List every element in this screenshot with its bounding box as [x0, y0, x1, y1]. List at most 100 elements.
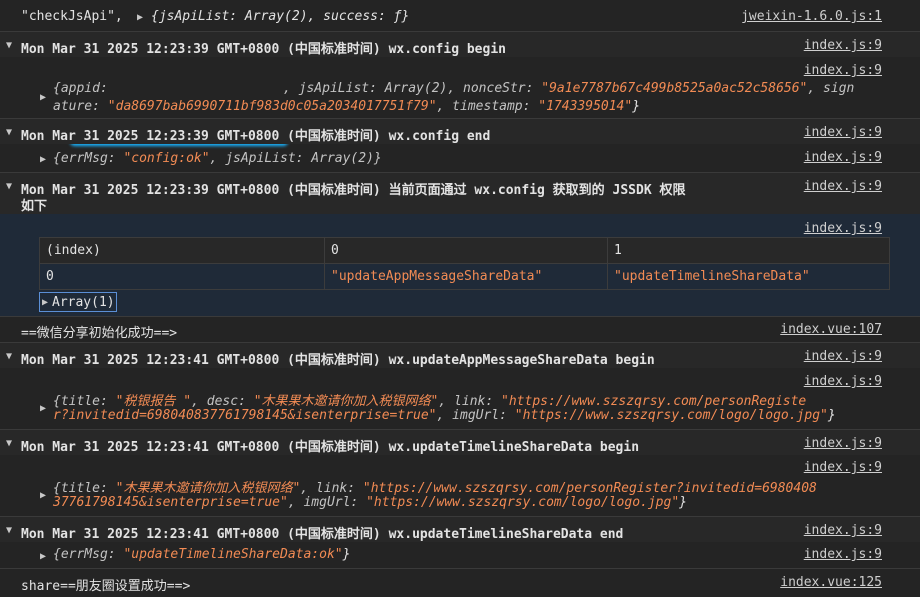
key-imgurl: , imgUrl: [436, 408, 515, 423]
console-group-header[interactable]: ▼ Mon Mar 31 2025 12:23:41 GMT+0800 (中国标… [0, 342, 920, 368]
source-link[interactable]: index.js:9 [804, 125, 882, 140]
rest: , jsApiList: Array(2)} [209, 151, 382, 166]
console-group-header[interactable]: ▼ Mon Mar 31 2025 12:23:39 GMT+0800 (中国标… [0, 172, 920, 214]
value-title: "木果果木邀请你加入税银网络" [115, 481, 301, 496]
triangle-down-icon[interactable]: ▼ [6, 351, 12, 362]
value-link-cont: 37761798145&isenterprise=true" [53, 495, 288, 510]
key-timestamp: , timestamp: [436, 99, 539, 114]
console-table: (index) 0 1 0 "updateAppMessageShareData… [39, 237, 890, 290]
triangle-down-icon[interactable]: ▼ [6, 438, 12, 449]
value-title: "税银报告 " [115, 394, 192, 409]
object-preview[interactable]: {jsApiList: Array(2), success: ƒ} [151, 9, 409, 24]
key-link: , link: [300, 481, 363, 496]
value-errmsg: "updateTimelineShareData:ok" [123, 547, 343, 562]
console-group-header[interactable]: ▼ Mon Mar 31 2025 12:23:41 GMT+0800 (中国标… [0, 429, 920, 455]
value-signature: "da8697bab6990711bf983d0c05a2034017751f7… [107, 99, 437, 114]
object-preview-line2: ature: "da8697bab6990711bf983d0c05a20340… [53, 99, 640, 114]
key-title: {title: [53, 481, 116, 496]
object-preview-line2: 37761798145&isenterprise=true", imgUrl: … [53, 495, 687, 510]
array-label[interactable]: Array(1) [52, 295, 115, 310]
key-desc: , desc: [191, 394, 254, 409]
source-link[interactable]: index.js:9 [804, 547, 882, 562]
console-message: ▶ {errMsg: "config:ok", jsApiList: Array… [0, 144, 920, 172]
source-link[interactable]: index.js:9 [804, 179, 882, 194]
source-link[interactable]: index.js:9 [804, 221, 882, 236]
object-preview[interactable]: {title: "木果果木邀请你加入税银网络", link: "https://… [53, 477, 817, 496]
key-errmsg: {errMsg: [53, 547, 124, 562]
source-link[interactable]: index.js:9 [804, 460, 882, 475]
brace: } [342, 547, 351, 562]
log-text: share==朋友圈设置成功==> [21, 579, 191, 594]
object-preview[interactable]: {title: "税银报告 ", desc: "木果果木邀请你加入税银网络", … [53, 390, 806, 409]
table-row: 0 "updateAppMessageShareData" "updateTim… [39, 263, 890, 290]
brace: } [679, 495, 687, 510]
triangle-right-icon[interactable]: ▶ [137, 12, 143, 23]
key-signature: , sign [807, 81, 855, 96]
table-header-cell[interactable]: (index) [39, 237, 325, 264]
group-title: Mon Mar 31 2025 12:23:39 GMT+0800 (中国标准时… [21, 183, 686, 198]
table-cell: "updateTimelineShareData" [607, 263, 890, 290]
object-preview[interactable]: {errMsg: "updateTimelineShareData:ok"} [53, 547, 350, 562]
object-preview[interactable]: {appid: [53, 81, 108, 96]
triangle-down-icon[interactable]: ▼ [6, 525, 12, 536]
source-link[interactable]: index.js:9 [804, 150, 882, 165]
console-message: index.js:9 ▶ {title: "木果果木邀请你加入税银网络", li… [0, 455, 920, 515]
source-link[interactable]: index.js:9 [804, 374, 882, 389]
source-link[interactable]: jweixin-1.6.0.js:1 [741, 9, 882, 24]
triangle-right-icon[interactable]: ▶ [40, 154, 46, 165]
key-link: , link: [438, 394, 502, 409]
triangle-down-icon[interactable]: ▼ [6, 40, 12, 51]
value-timestamp: "1743395014" [538, 99, 633, 114]
source-link[interactable]: index.js:9 [804, 523, 882, 538]
object-preview-line2: r?invitedid=698040837761798145&isenterpr… [53, 408, 836, 423]
value-desc: "木果果木邀请你加入税银网络" [253, 394, 439, 409]
brace: } [632, 99, 641, 114]
object-preview[interactable]: {errMsg: "config:ok", jsApiList: Array(2… [53, 151, 382, 166]
triangle-right-icon[interactable]: ▶ [40, 551, 46, 562]
source-link[interactable]: index.js:9 [804, 436, 882, 451]
console-message: index.js:9 ▶ {title: "税银报告 ", desc: "木果果… [0, 368, 920, 428]
key-jsapilist: , jsApiList: Array(2), nonceStr: [283, 81, 542, 96]
group-title: Mon Mar 31 2025 12:23:41 GMT+0800 (中国标准时… [21, 440, 640, 455]
table-header-row: (index) 0 1 [39, 237, 890, 264]
group-title-cont: 如下 [21, 199, 48, 214]
group-title: Mon Mar 31 2025 12:23:41 GMT+0800 (中国标准时… [21, 353, 655, 368]
console-message: share==朋友圈设置成功==> index.vue:125 [0, 568, 920, 597]
table-header-cell[interactable]: 1 [607, 237, 890, 264]
table-cell: "updateAppMessageShareData" [324, 263, 608, 290]
source-link[interactable]: index.js:9 [804, 349, 882, 364]
triangle-right-icon[interactable]: ▶ [40, 92, 46, 103]
console-message: "checkJsApi", ▶ {jsApiList: Array(2), su… [0, 0, 920, 30]
group-title: Mon Mar 31 2025 12:23:39 GMT+0800 (中国标准时… [21, 42, 506, 57]
brace: } [827, 408, 836, 423]
log-prefix: "checkJsApi", [21, 9, 123, 24]
source-link[interactable]: index.vue:107 [780, 322, 882, 337]
source-link[interactable]: index.js:9 [804, 63, 882, 78]
value-imgurl: "https://www.szszqrsy.com/logo/logo.jpg" [514, 408, 828, 423]
console-message: ==微信分享初始化成功==> index.vue:107 [0, 316, 920, 342]
triangle-right-icon[interactable]: ▶ [40, 403, 46, 414]
triangle-down-icon[interactable]: ▼ [6, 181, 12, 192]
value-noncestr: "9a1e7787b67c499b8525a0ac52c58656" [541, 81, 808, 96]
triangle-right-icon[interactable]: ▶ [42, 297, 48, 308]
value-errmsg: "config:ok" [123, 151, 210, 166]
key-title: {title: [53, 394, 116, 409]
value-link: "https://www.szszqrsy.com/personRegiste [501, 394, 807, 409]
table-cell: 0 [39, 263, 325, 290]
log-text: ==微信分享初始化成功==> [21, 326, 178, 341]
source-link[interactable]: index.js:9 [804, 38, 882, 53]
console-group-header[interactable]: ▼ Mon Mar 31 2025 12:23:39 GMT+0800 (中国标… [0, 118, 920, 144]
value-imgurl: "https://www.szszqrsy.com/logo/logo.jpg" [366, 495, 680, 510]
console-group-header[interactable]: ▼ Mon Mar 31 2025 12:23:39 GMT+0800 (中国标… [0, 31, 920, 57]
object-preview-tail: , jsApiList: Array(2), nonceStr: "9a1e77… [283, 81, 854, 96]
triangle-down-icon[interactable]: ▼ [6, 127, 12, 138]
key-signature-cont: ature: [53, 99, 108, 114]
table-header-cell[interactable]: 0 [324, 237, 608, 264]
triangle-right-icon[interactable]: ▶ [40, 490, 46, 501]
console-message: index.js:9 ▶ {appid: , jsApiList: Array(… [0, 57, 920, 146]
console-group-header[interactable]: ▼ Mon Mar 31 2025 12:23:41 GMT+0800 (中国标… [0, 516, 920, 542]
source-link[interactable]: index.vue:125 [780, 575, 882, 590]
console-message: ▶ {errMsg: "updateTimelineShareData:ok"}… [0, 542, 920, 568]
value-link-cont: r?invitedid=698040837761798145&isenterpr… [53, 408, 437, 423]
value-link: "https://www.szszqrsy.com/personRegister… [362, 481, 817, 496]
